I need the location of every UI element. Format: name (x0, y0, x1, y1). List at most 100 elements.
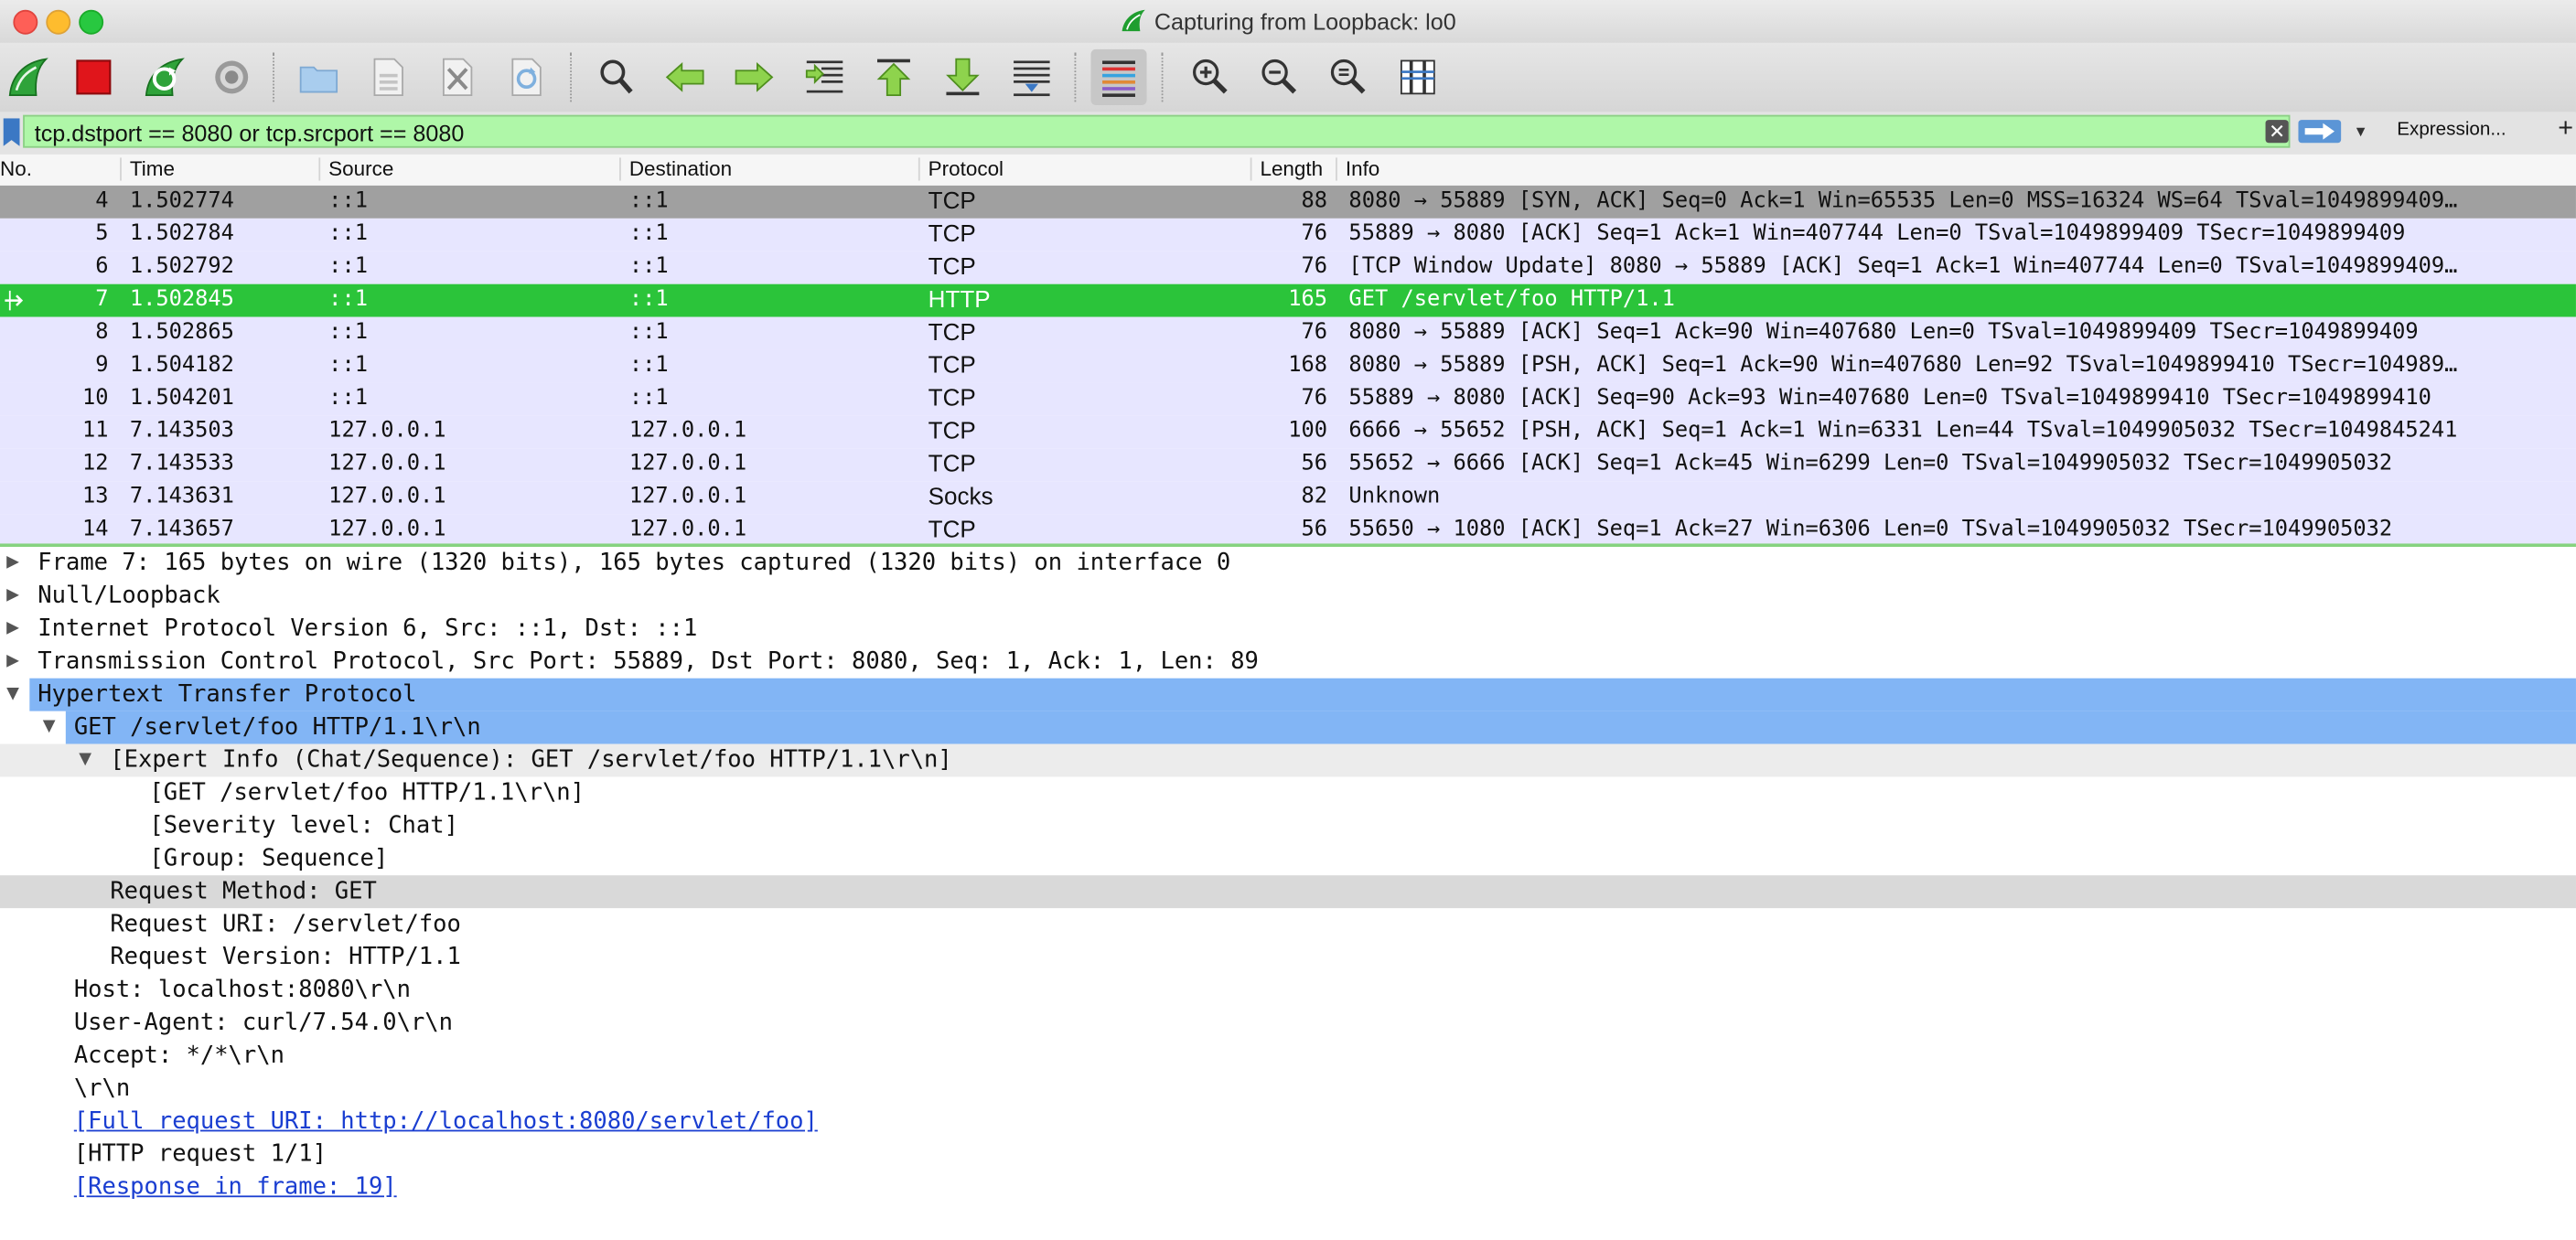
reload-file-button[interactable] (498, 49, 553, 105)
column-header-length[interactable]: Length (1260, 157, 1323, 180)
column-header-source[interactable]: Source (328, 157, 393, 180)
tree-item-full-request-uri[interactable]: [Full request URI: http://localhost:8080… (0, 1106, 2576, 1138)
tree-item-expert-info[interactable]: ▼ [Expert Info (Chat/Sequence): GET /ser… (0, 743, 2576, 777)
tree-item-user-agent[interactable]: User-Agent: curl/7.54.0\r\n (0, 1007, 2576, 1040)
column-header-protocol[interactable]: Protocol (928, 157, 1004, 180)
packet-row[interactable]: 6 1.502792 ::1 ::1 TCP 76 [TCP Window Up… (0, 251, 2576, 284)
tree-item-request-line[interactable]: ▼ GET /servlet/foo HTTP/1.1\r\n (0, 711, 2576, 744)
tree-item-http-request-count[interactable]: [HTTP request 1/1] (0, 1138, 2576, 1171)
toolbar-separator (570, 52, 572, 102)
packet-number: 9 (95, 353, 109, 379)
zoom-normal-button[interactable] (1319, 49, 1375, 105)
colorize-button[interactable] (1090, 48, 1147, 105)
tree-item-http[interactable]: ▼ Hypertext Transfer Protocol (0, 678, 2576, 711)
tree-item-tcp[interactable]: ▶ Transmission Control Protocol, Src Por… (0, 646, 2576, 679)
expand-triangle-icon[interactable]: ▶ (6, 613, 27, 646)
packet-row[interactable]: 10 1.504201 ::1 ::1 TCP 76 55889 → 8080 … (0, 382, 2576, 416)
packet-info: 55889 → 8080 [ACK] Seq=1 Ack=1 Win=40774… (1348, 221, 2406, 247)
tree-item-label: GET /servlet/foo HTTP/1.1\r\n (73, 714, 481, 741)
apply-filter-button[interactable] (2298, 120, 2342, 144)
tree-item-request-version[interactable]: Request Version: HTTP/1.1 (0, 941, 2576, 974)
go-forward-button[interactable] (726, 49, 782, 105)
column-header-time[interactable]: Time (130, 157, 175, 180)
go-first-packet-button[interactable] (865, 49, 921, 105)
save-file-button[interactable] (360, 49, 415, 105)
column-header-no[interactable]: No. (0, 157, 32, 180)
go-last-packet-button[interactable] (935, 49, 991, 105)
tree-item-label: Request Method: GET (110, 878, 377, 905)
expand-triangle-icon[interactable]: ▶ (6, 547, 27, 580)
wireshark-window: Capturing from Loopback: lo0 tcp.dstport… (0, 0, 2576, 1215)
find-packet-button[interactable] (588, 49, 644, 105)
packet-row[interactable]: 13 7.143631 127.0.0.1 127.0.0.1 Socks 82… (0, 481, 2576, 515)
packet-time: 1.502845 (129, 287, 234, 313)
tree-item-response-in-frame[interactable]: [Response in frame: 19] (0, 1171, 2576, 1203)
packet-row[interactable]: 9 1.504182 ::1 ::1 TCP 168 8080 → 55889 … (0, 349, 2576, 383)
tree-item-label: [HTTP request 1/1] (73, 1141, 327, 1168)
packet-source: ::1 (328, 221, 368, 247)
column-header-destination[interactable]: Destination (629, 157, 732, 180)
tree-item-host[interactable]: Host: localhost:8080\r\n (0, 974, 2576, 1007)
expand-triangle-icon[interactable]: ▶ (6, 646, 27, 679)
column-divider[interactable] (1336, 157, 1337, 181)
expand-triangle-icon[interactable]: ▶ (6, 580, 27, 613)
column-divider[interactable] (120, 157, 122, 181)
full-request-uri-link[interactable]: [Full request URI: http://localhost:8080… (74, 1106, 824, 1138)
collapse-triangle-icon[interactable]: ▼ (43, 711, 63, 744)
autoscroll-button[interactable] (1004, 49, 1059, 105)
collapse-triangle-icon[interactable]: ▼ (79, 744, 99, 777)
expression-button[interactable]: Expression... (2397, 120, 2506, 140)
tree-item-group[interactable]: [Group: Sequence] (0, 842, 2576, 875)
tree-item-label: [Group: Sequence] (149, 845, 389, 872)
packet-row[interactable]: 12 7.143533 127.0.0.1 127.0.0.1 TCP 56 5… (0, 448, 2576, 482)
add-filter-button[interactable]: + (2558, 115, 2573, 144)
zoom-out-button[interactable] (1250, 49, 1306, 105)
column-divider[interactable] (318, 157, 321, 181)
restart-capture-button[interactable] (136, 49, 192, 105)
tree-item-severity[interactable]: [Severity level: Chat] (0, 809, 2576, 842)
tree-item-request-uri[interactable]: Request URI: /servlet/foo (0, 908, 2576, 941)
column-header-info[interactable]: Info (1346, 157, 1379, 180)
tree-item-crlf[interactable]: \r\n (0, 1073, 2576, 1106)
packet-destination: 127.0.0.1 (628, 451, 747, 476)
display-filter-input[interactable]: tcp.dstport == 8080 or tcp.srcport == 80… (23, 114, 2291, 148)
capture-options-button[interactable] (204, 49, 260, 105)
bookmark-icon[interactable] (3, 118, 20, 146)
close-file-button[interactable] (429, 49, 485, 105)
column-divider[interactable] (918, 157, 920, 181)
tree-item-request-method[interactable]: Request Method: GET (0, 875, 2576, 909)
packet-row[interactable]: 8 1.502865 ::1 ::1 TCP 76 8080 → 55889 [… (0, 316, 2576, 350)
packet-row[interactable]: 5 1.502784 ::1 ::1 TCP 76 55889 → 8080 [… (0, 218, 2576, 251)
packet-length: 56 (1301, 451, 1328, 476)
packet-row[interactable]: 4 1.502774 ::1 ::1 TCP 88 8080 → 55889 [… (0, 185, 2576, 219)
tree-item-accept[interactable]: Accept: */*\r\n (0, 1040, 2576, 1073)
resize-columns-button[interactable] (1390, 49, 1445, 105)
packet-length: 88 (1301, 188, 1328, 214)
response-in-frame-link[interactable]: [Response in frame: 19] (74, 1171, 403, 1203)
packet-row[interactable]: 11 7.143503 127.0.0.1 127.0.0.1 TCP 100 … (0, 415, 2576, 449)
tree-item-frame[interactable]: ▶ Frame 7: 165 bytes on wire (1320 bits)… (0, 547, 2576, 580)
tree-item-label: Internet Protocol Version 6, Src: ::1, D… (38, 615, 698, 643)
packet-number: 12 (81, 451, 109, 476)
start-capture-button[interactable] (0, 49, 56, 105)
packet-protocol: TCP (928, 517, 976, 544)
tree-item-ipv6[interactable]: ▶ Internet Protocol Version 6, Src: ::1,… (0, 613, 2576, 646)
open-file-button[interactable] (291, 49, 347, 105)
zoom-in-button[interactable] (1181, 49, 1237, 105)
go-first-packet-icon (876, 59, 911, 97)
column-divider[interactable] (1250, 157, 1252, 181)
tree-item-label: [GET /servlet/foo HTTP/1.1\r\n] (149, 780, 585, 807)
collapse-triangle-icon[interactable]: ▼ (6, 679, 27, 711)
tree-item-null-loopback[interactable]: ▶ Null/Loopback (0, 580, 2576, 613)
packet-row[interactable]: 7 1.502845 ::1 ::1 HTTP 165 GET /servlet… (0, 283, 2576, 317)
packet-row[interactable]: 14 7.143657 127.0.0.1 127.0.0.1 TCP 56 5… (0, 514, 2576, 544)
filter-history-dropdown[interactable]: ▼ (2349, 118, 2372, 144)
go-back-button[interactable] (657, 49, 713, 105)
clear-filter-button[interactable]: ✕ (2265, 120, 2289, 144)
column-divider[interactable] (619, 157, 621, 181)
packet-protocol: TCP (928, 188, 976, 216)
tree-item-expert-message[interactable]: [GET /servlet/foo HTTP/1.1\r\n] (0, 776, 2576, 809)
go-to-packet-button[interactable] (797, 49, 853, 105)
packet-source: ::1 (328, 188, 368, 214)
stop-capture-button[interactable] (66, 49, 122, 105)
